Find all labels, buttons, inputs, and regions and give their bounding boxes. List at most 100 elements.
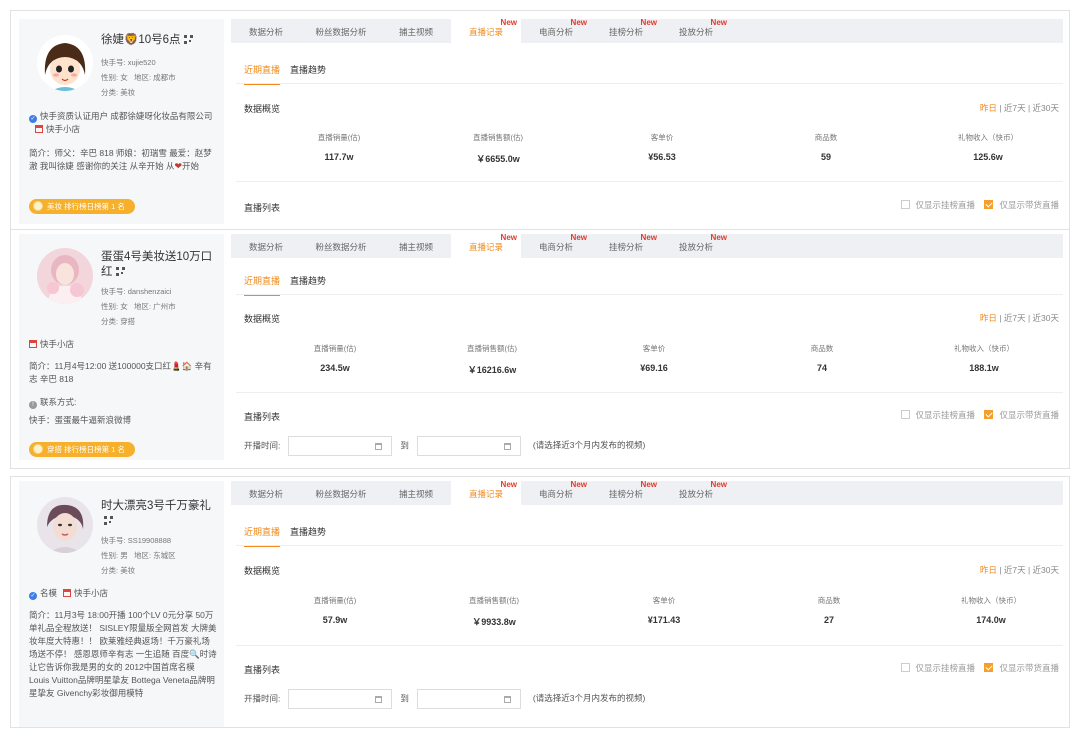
avatar[interactable]	[37, 35, 93, 91]
tab-fans-analysis[interactable]: 粉丝数据分析	[301, 19, 381, 43]
metric-live-sales-amount: 直播销售额(估) ￥6655.0w	[473, 133, 523, 164]
subtab-recent-live[interactable]: 近期直播	[244, 525, 281, 547]
calendar-icon	[503, 696, 511, 703]
tab-fans-analysis[interactable]: 粉丝数据分析	[301, 234, 381, 258]
subtab-bar: 近期直播 直播趋势	[244, 525, 336, 547]
tab-live-records[interactable]: 直播记录 New	[451, 233, 521, 258]
tab-ads[interactable]: 投放分析 New	[661, 18, 731, 43]
range-7d[interactable]: 近7天	[1004, 103, 1026, 113]
end-date-input[interactable]	[416, 689, 521, 709]
checkbox-sales-only[interactable]	[984, 663, 994, 672]
streamer-name[interactable]: 时大漂亮3号千万豪礼	[101, 499, 219, 529]
divider	[236, 545, 1063, 546]
tab-live-records[interactable]: 直播记录 New	[451, 480, 521, 505]
tab-ranking[interactable]: 挂榜分析 New	[591, 18, 661, 43]
range-30d[interactable]: 近30天	[1033, 313, 1059, 323]
divider	[236, 83, 1063, 84]
checkbox-sales-only[interactable]	[984, 200, 994, 209]
tab-fans-analysis[interactable]: 粉丝数据分析	[301, 481, 381, 505]
live-list-title: 直播列表	[244, 665, 281, 675]
list-filters: 仅显示挂榜直播 仅显示带货直播	[900, 662, 1059, 674]
subtab-live-trend[interactable]: 直播趋势	[290, 63, 326, 83]
avatar[interactable]	[37, 248, 93, 304]
metric-unit-price: 客单价 ¥171.43	[647, 596, 681, 625]
metric-live-sales-volume: 直播销量(估) 234.5w	[313, 344, 357, 373]
checkbox-ranking-only[interactable]	[900, 663, 910, 672]
shop-link[interactable]: 快手小店	[46, 124, 80, 134]
shop-icon	[29, 340, 37, 348]
new-badge: New	[710, 18, 727, 27]
streamer-card-1: 徐婕🦁10号6点 快手号: xujie520 性别: 女 地区: 成都市 分类:…	[10, 10, 1070, 230]
info-icon: !	[29, 401, 37, 409]
qr-code-icon[interactable]	[115, 267, 125, 277]
streamer-category: 分类: 美妆	[101, 566, 136, 575]
range-30d[interactable]: 近30天	[1033, 565, 1059, 575]
qr-code-icon[interactable]	[183, 35, 193, 45]
metric-live-sales-amount: 直播销售额(估) ￥16216.6w	[467, 344, 517, 375]
range-30d[interactable]: 近30天	[1033, 103, 1059, 113]
end-date-input[interactable]	[416, 436, 521, 456]
metric-live-sales-volume: 直播销量(估) 117.7w	[317, 133, 361, 162]
verification-info: ✓ 快手资质认证用户 成都徐婕呀化妆品有限公司快手小店	[29, 111, 213, 134]
metric-product-count: 商品数 27	[817, 596, 841, 625]
qr-code-icon[interactable]	[104, 516, 113, 526]
shop-link[interactable]: 快手小店	[40, 339, 74, 349]
tab-ads[interactable]: 投放分析 New	[661, 480, 731, 505]
profile-panel: 蛋蛋4号美妆送10万口红 快手号: danshenzaici 性别: 女 地区:…	[19, 234, 224, 460]
range-yesterday[interactable]: 昨日	[980, 103, 997, 113]
range-7d[interactable]: 近7天	[1004, 565, 1026, 575]
subtab-live-trend[interactable]: 直播趋势	[290, 274, 326, 294]
tab-bar: 数据分析 粉丝数据分析 捕主视频 直播记录 New 电商分析 New 挂榜分析 New…	[231, 18, 1063, 43]
tab-data-analysis[interactable]: 数据分析	[231, 234, 301, 258]
date-range-switch: 昨日 | 近7天 | 近30天	[979, 313, 1059, 323]
tab-videos[interactable]: 捕主视频	[381, 234, 451, 258]
metric-gift-income: 礼物收入（快币） 188.1w	[954, 344, 1014, 373]
tab-ads[interactable]: 投放分析 New	[661, 233, 731, 258]
shop-link[interactable]: 快手小店	[74, 588, 108, 598]
rank-badge[interactable]: 美妆 排行榜日榜第 1 名	[29, 199, 135, 214]
calendar-icon	[375, 696, 383, 703]
tab-ecommerce[interactable]: 电商分析 New	[521, 233, 591, 258]
tab-ranking[interactable]: 挂榜分析 New	[591, 480, 661, 505]
streamer-card-2: 蛋蛋4号美妆送10万口红 快手号: danshenzaici 性别: 女 地区:…	[10, 229, 1070, 469]
tab-data-analysis[interactable]: 数据分析	[231, 481, 301, 505]
start-date-input[interactable]	[288, 436, 393, 456]
streamer-gender-region: 性别: 女 地区: 广州市	[101, 302, 176, 311]
date-range-switch: 昨日 | 近7天 | 近30天	[979, 565, 1059, 575]
streamer-name[interactable]: 蛋蛋4号美妆送10万口红	[101, 250, 219, 280]
date-range-switch: 昨日 | 近7天 | 近30天	[979, 103, 1059, 113]
tab-videos[interactable]: 捕主视频	[381, 481, 451, 505]
streamer-name[interactable]: 徐婕🦁10号6点	[101, 33, 219, 48]
metric-gift-income: 礼物收入（快币） 125.6w	[958, 133, 1018, 162]
subtab-live-trend[interactable]: 直播趋势	[290, 525, 326, 545]
shop-icon	[35, 125, 43, 133]
range-7d[interactable]: 近7天	[1004, 313, 1026, 323]
streamer-id: 快手号: danshenzaici	[101, 287, 172, 296]
tab-ecommerce[interactable]: 电商分析 New	[521, 18, 591, 43]
subtab-recent-live[interactable]: 近期直播	[244, 63, 281, 85]
metric-unit-price: 客单价 ¥69.16	[640, 344, 668, 373]
tab-ecommerce[interactable]: 电商分析 New	[521, 480, 591, 505]
tab-videos[interactable]: 捕主视频	[381, 19, 451, 43]
new-badge: New	[500, 233, 517, 242]
new-badge: New	[570, 480, 587, 489]
contact-info: 快手：蛋蛋最牛逼新浪微博	[29, 415, 132, 425]
tab-live-records[interactable]: 直播记录 New	[451, 18, 521, 43]
range-yesterday[interactable]: 昨日	[980, 565, 997, 575]
checkbox-sales-only[interactable]	[984, 410, 994, 419]
rank-badge[interactable]: 穿搭 排行榜日榜第 1 名	[29, 442, 135, 457]
subtab-bar: 近期直播 直播趋势	[244, 274, 336, 296]
streamer-id: 快手号: xujie520	[101, 58, 156, 67]
divider	[236, 181, 1063, 182]
subtab-recent-live[interactable]: 近期直播	[244, 274, 281, 296]
checkbox-ranking-only[interactable]	[900, 410, 910, 419]
streamer-category: 分类: 穿搭	[101, 317, 136, 326]
tab-data-analysis[interactable]: 数据分析	[231, 19, 301, 43]
checkbox-ranking-only[interactable]	[900, 200, 910, 209]
tab-ranking[interactable]: 挂榜分析 New	[591, 233, 661, 258]
start-date-input[interactable]	[288, 689, 393, 709]
overview-title: 数据概览	[244, 314, 281, 324]
range-yesterday[interactable]: 昨日	[980, 313, 997, 323]
avatar[interactable]	[37, 497, 93, 553]
metric-unit-price: 客单价 ¥56.53	[648, 133, 676, 162]
